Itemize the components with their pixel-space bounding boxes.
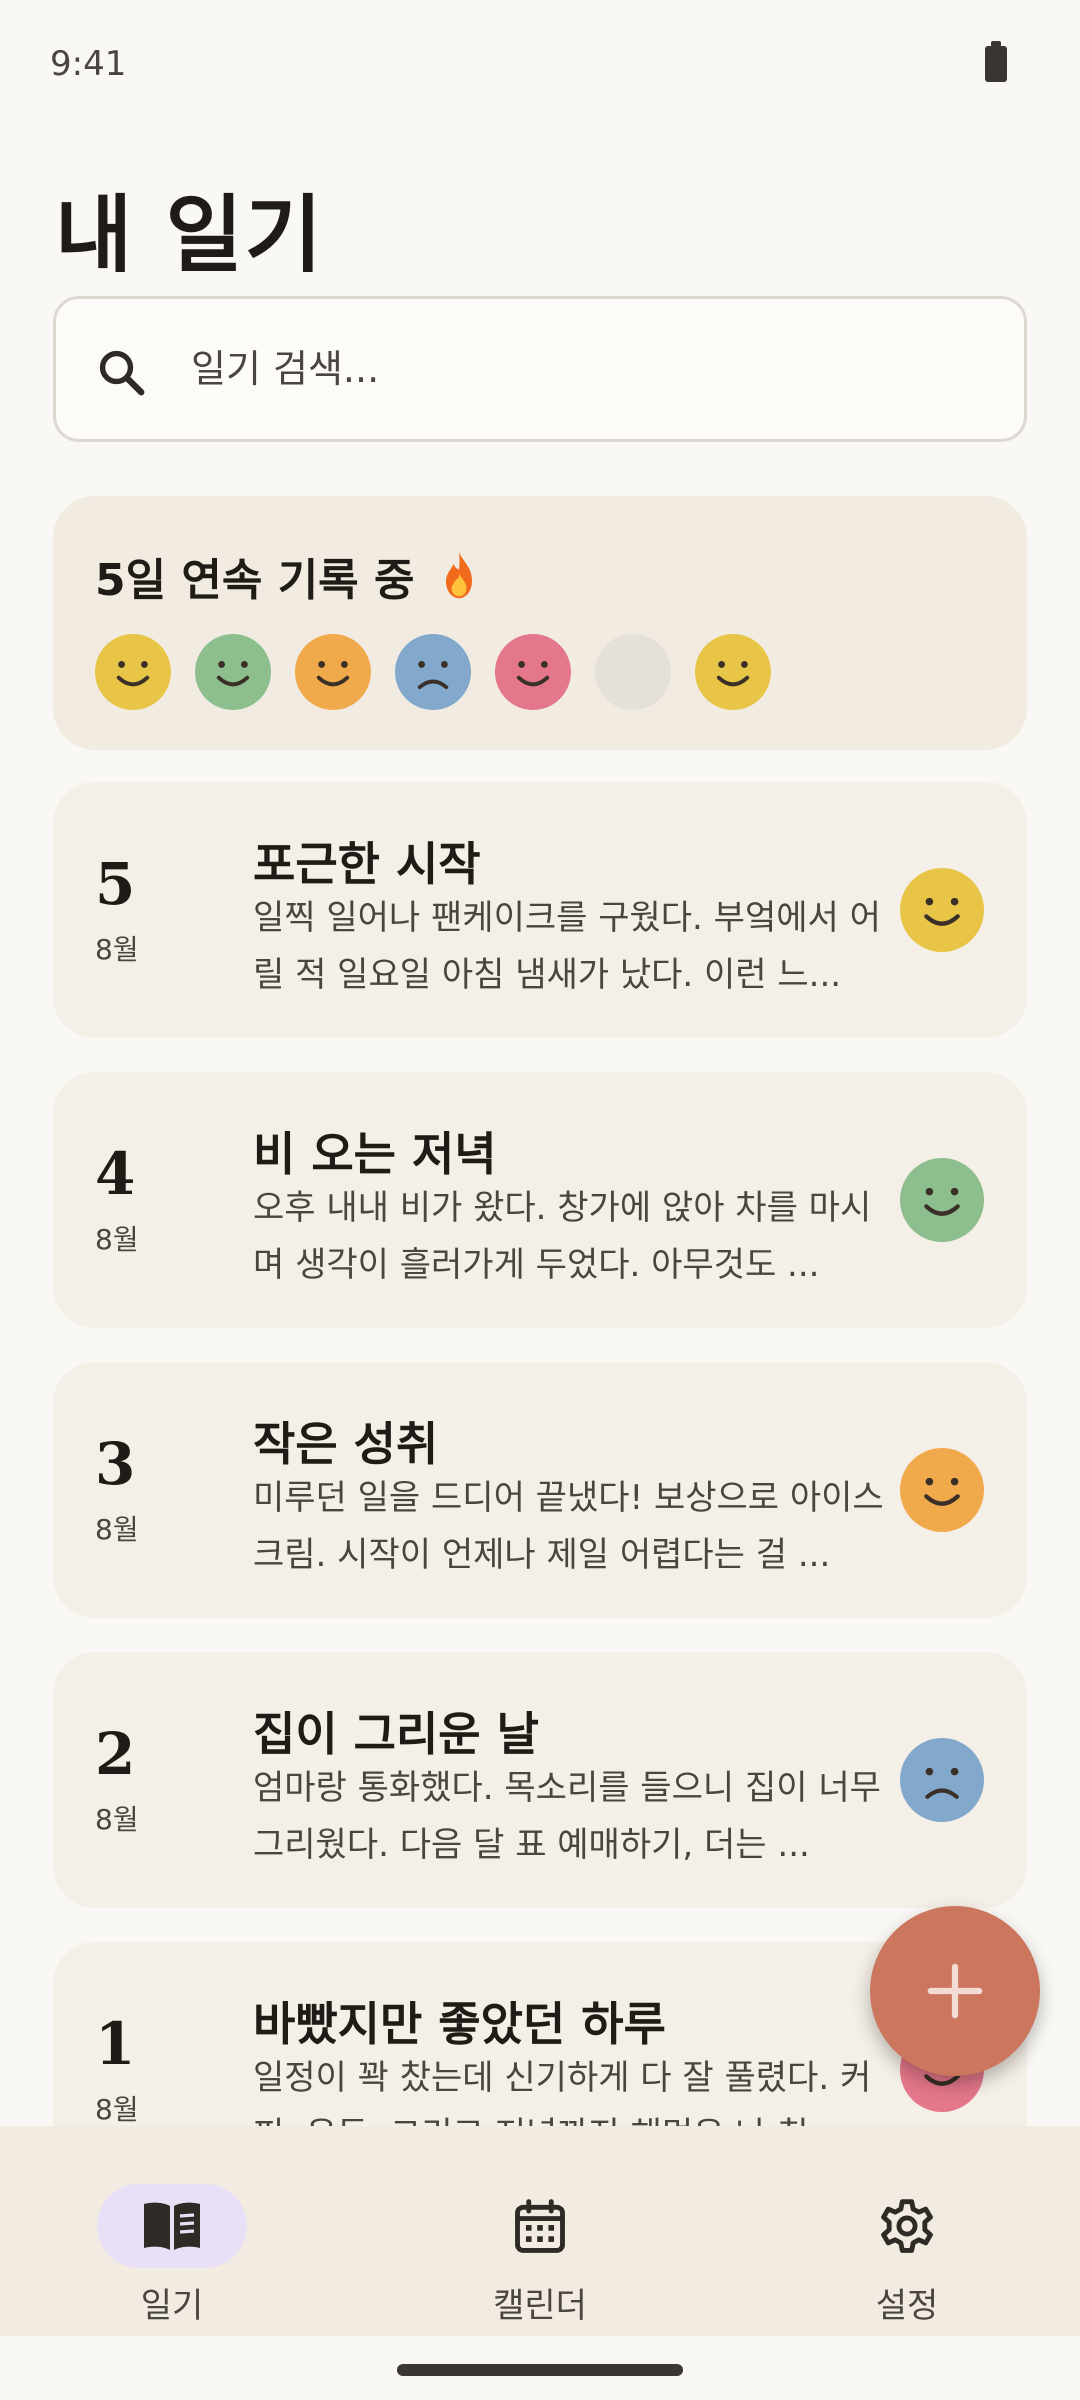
entry-day: 2 <box>95 1720 136 1788</box>
page-title: 내 일기 <box>55 186 325 284</box>
entry-title: 바빴지만 좋았던 하루 <box>253 1997 666 2051</box>
diary-entry-card[interactable]: 3 8월 작은 성취미루던 일을 드디어 끝냈다! 보상으로 아이스크림. 시작이 … <box>53 1362 1027 1618</box>
search-bar[interactable] <box>53 296 1027 442</box>
diary-entry-card[interactable]: 4 8월 비 오는 저녁오후 내내 비가 왔다. 창가에 앉아 차를 마시며 생각이… <box>53 1072 1027 1328</box>
nav-label: 일기 <box>140 2286 204 2326</box>
entry-preview: 일찍 일어나 팬케이크를 구웠다. 부엌에서 어릴 적 일요일 아침 냄새가 났… <box>253 898 881 995</box>
add-entry-button[interactable] <box>870 1906 1040 2076</box>
happy-face-icon <box>495 634 571 710</box>
sad-face-icon <box>395 634 471 710</box>
nav-item-calendar[interactable]: 캘린더 <box>420 2154 660 2326</box>
happy-face-icon <box>695 634 771 710</box>
happy-face-icon <box>195 634 271 710</box>
entry-day: 5 <box>95 850 136 918</box>
status-time: 9:41 <box>50 44 127 84</box>
nav-label: 설정 <box>875 2286 939 2326</box>
entry-month: 8월 <box>95 933 139 966</box>
search-icon <box>99 350 145 396</box>
search-input[interactable] <box>191 339 971 399</box>
home-indicator[interactable] <box>397 2364 683 2376</box>
diary-entry-card[interactable]: 2 8월 집이 그리운 날엄마랑 통화했다. 목소리를 들으니 집이 너무 그리웠다… <box>53 1652 1027 1908</box>
happy-face-icon <box>295 634 371 710</box>
sad-face-icon <box>900 1738 984 1822</box>
entry-title: 포근한 시작 <box>253 837 481 891</box>
entry-month: 8월 <box>95 1513 139 1546</box>
nav-item-diary[interactable]: 일기 <box>52 2154 292 2326</box>
happy-face-icon <box>95 634 171 710</box>
battery-icon <box>985 41 1007 82</box>
entry-preview: 오후 내내 비가 왔다. 창가에 앉아 차를 마시며 생각이 흘러가게 두었다.… <box>253 1188 872 1285</box>
entry-day: 1 <box>95 2010 136 2078</box>
happy-face-icon <box>900 868 984 952</box>
nav-label: 캘린더 <box>493 2286 587 2326</box>
entry-month: 8월 <box>95 1223 139 1256</box>
streak-days <box>95 634 771 710</box>
bottom-navigation: 일기 캘린더 설정 <box>0 2126 1080 2336</box>
gear-icon <box>881 2199 933 2253</box>
empty-day-icon <box>595 634 671 710</box>
happy-face-icon <box>900 1448 984 1532</box>
entry-title: 작은 성취 <box>253 1417 439 1471</box>
entry-day: 3 <box>95 1430 136 1498</box>
status-bar: 9:41 <box>0 0 1080 130</box>
entry-preview: 미루던 일을 드디어 끝냈다! 보상으로 아이스크림. 시작이 언제나 제일 어… <box>253 1478 884 1575</box>
happy-face-icon <box>900 1158 984 1242</box>
streak-title: 5일 연속 기록 중 <box>95 555 415 606</box>
entry-title: 집이 그리운 날 <box>253 1707 539 1761</box>
entry-preview: 엄마랑 통화했다. 목소리를 들으니 집이 너무 그리웠다. 다음 달 표 예매… <box>253 1768 881 1865</box>
entry-month: 8월 <box>95 1803 139 1836</box>
fire-icon <box>445 550 472 599</box>
streak-title-row: 5일 연속 기록 중 <box>95 544 482 608</box>
diary-entry-card[interactable]: 5 8월 포근한 시작일찍 일어나 팬케이크를 구웠다. 부엌에서 어릴 적 일요일… <box>53 782 1027 1038</box>
entry-day: 4 <box>95 1140 136 1208</box>
book-icon <box>144 2202 200 2250</box>
nav-item-settings[interactable]: 설정 <box>787 2154 1027 2326</box>
plus-icon <box>927 1963 983 2019</box>
entry-month: 8월 <box>95 2093 139 2126</box>
entry-title: 비 오는 저녁 <box>253 1127 497 1181</box>
calendar-icon <box>515 2199 565 2253</box>
streak-card: 5일 연속 기록 중 <box>53 496 1027 750</box>
